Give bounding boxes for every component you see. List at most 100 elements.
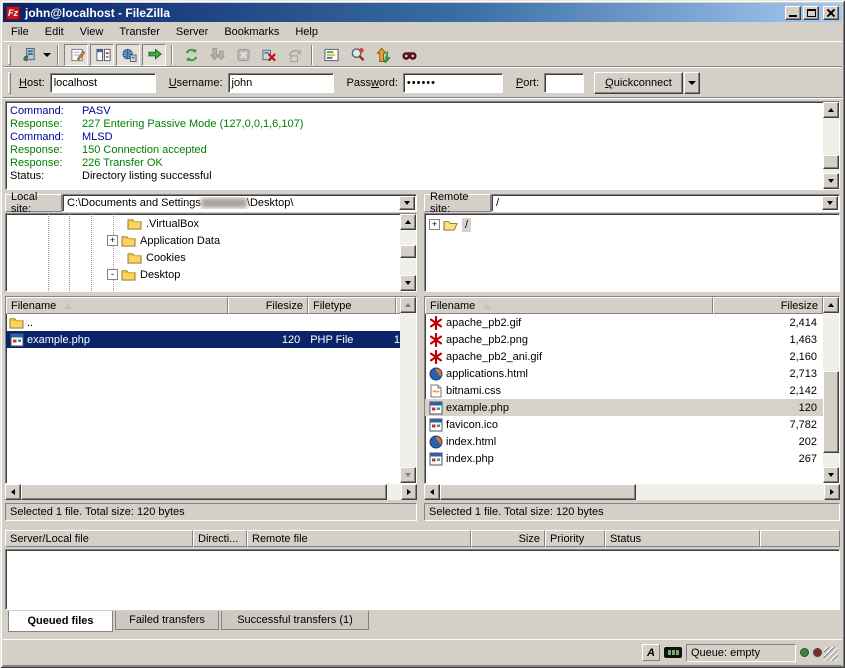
remote-list-hscrollbar-thumb[interactable] (440, 484, 636, 500)
toggle-queue-button[interactable] (142, 44, 166, 66)
host-input[interactable]: localhost (50, 73, 156, 93)
remote-list-scroll-down-button[interactable] (823, 467, 839, 483)
find-files-button[interactable] (396, 44, 420, 66)
compare-directories-button[interactable] (344, 44, 368, 66)
local-list-scroll-right-button[interactable] (401, 484, 417, 500)
tab-failed-transfers[interactable]: Failed transfers (115, 611, 219, 630)
site-manager-dropdown-button[interactable] (41, 44, 53, 66)
column-header-server-local-file[interactable]: Server/Local file (5, 530, 193, 547)
local-list-scroll-left-button[interactable] (5, 484, 21, 500)
close-button[interactable] (823, 6, 839, 20)
tree-item-root[interactable]: + / (429, 216, 471, 233)
local-site-combo[interactable]: C:\Documents and Settings\Desktop\ (62, 194, 417, 212)
toggle-local-tree-button[interactable] (90, 44, 114, 66)
column-header-direction[interactable]: Directi... (193, 530, 247, 547)
local-list-scroll-down-button[interactable] (400, 467, 416, 483)
quickconnect-dropdown-button[interactable] (684, 72, 700, 94)
tree-item-application-data[interactable]: + Application Data (107, 232, 220, 249)
toggle-message-log-button[interactable] (64, 44, 88, 66)
minimize-button[interactable] (785, 6, 801, 20)
file-row[interactable]: apache_pb2.gif 2,414 (425, 314, 823, 331)
file-row[interactable]: apache_pb2_ani.gif 2,160 (425, 348, 823, 365)
local-tree-scroll-up-button[interactable] (400, 214, 416, 230)
column-header-status[interactable]: Status (605, 530, 760, 547)
menu-server[interactable]: Server (168, 24, 216, 40)
file-row[interactable]: applications.html 2,713 (425, 365, 823, 382)
log-scroll-up-button[interactable] (823, 102, 839, 118)
column-header-filesize[interactable]: Filesize (713, 297, 823, 314)
column-header-filename[interactable]: Filename (425, 297, 713, 314)
resize-grip[interactable] (824, 647, 838, 661)
column-header-filesize[interactable]: Filesize (228, 297, 308, 314)
remote-site-dropdown-button[interactable] (822, 196, 838, 210)
menu-edit[interactable]: Edit (37, 24, 72, 40)
tab-successful-transfers[interactable]: Successful transfers (1) (221, 611, 369, 630)
toolbar-grip[interactable] (8, 45, 11, 65)
log-scroll-down-button[interactable] (823, 173, 839, 189)
password-input[interactable]: •••••• (403, 73, 503, 93)
quickconnect-grip[interactable] (8, 72, 11, 94)
file-row[interactable]: index.php 267 (425, 450, 823, 467)
local-list-scroll-up-button[interactable] (400, 297, 416, 313)
toggle-remote-tree-button[interactable] (116, 44, 140, 66)
tree-item-desktop[interactable]: - Desktop (107, 266, 180, 283)
expand-icon[interactable]: + (429, 219, 440, 230)
cancel-button[interactable] (230, 44, 254, 66)
local-site-dropdown-button[interactable] (399, 196, 415, 210)
expand-icon[interactable]: + (107, 235, 118, 246)
title-bar[interactable]: Fz john@localhost - FileZilla (3, 3, 842, 22)
queue-list[interactable] (5, 549, 840, 610)
username-input[interactable]: john (228, 73, 334, 93)
port-input[interactable] (544, 73, 584, 93)
column-header-size[interactable]: Size (471, 530, 545, 547)
tree-item-cookies[interactable]: Cookies (124, 249, 186, 266)
menu-bookmarks[interactable]: Bookmarks (216, 24, 287, 40)
remote-list-hscrollbar[interactable] (424, 484, 840, 500)
local-list-hscrollbar-thumb[interactable] (21, 484, 387, 500)
remote-site-combo[interactable]: / (491, 194, 840, 212)
remote-list-scroll-up-button[interactable] (823, 297, 839, 313)
menu-transfer[interactable]: Transfer (111, 24, 168, 40)
file-row[interactable]: bitnami.css 2,142 (425, 382, 823, 399)
column-header-filetype[interactable]: Filetype (308, 297, 396, 314)
menu-view[interactable]: View (72, 24, 112, 40)
remote-list-scroll-right-button[interactable] (824, 484, 840, 500)
filter-button[interactable] (318, 44, 342, 66)
file-row-parent-dir[interactable]: .. (6, 314, 400, 331)
recv-led-icon (800, 648, 809, 657)
tree-item-virtualbox[interactable]: .VirtualBox (124, 215, 199, 232)
menu-help[interactable]: Help (287, 24, 326, 40)
quickconnect-button[interactable]: Quickconnect (594, 72, 683, 94)
toolbar-separator (171, 45, 173, 65)
local-tree-scrollbar-thumb[interactable] (400, 245, 416, 258)
disconnect-button[interactable] (256, 44, 280, 66)
file-row[interactable]: index.html 202 (425, 433, 823, 450)
pane-splitter[interactable] (417, 194, 424, 522)
refresh-button[interactable] (178, 44, 202, 66)
maximize-button[interactable] (803, 6, 819, 20)
ascii-data-type-icon[interactable]: A (642, 644, 660, 661)
column-header-priority[interactable]: Priority (545, 530, 605, 547)
collapse-icon[interactable]: - (107, 269, 118, 280)
local-list-scrollbar-track[interactable] (400, 313, 416, 467)
site-manager-button[interactable] (16, 44, 40, 66)
local-tree-scroll-down-button[interactable] (400, 275, 416, 291)
column-header-remote-file[interactable]: Remote file (247, 530, 471, 547)
synchronized-browsing-button[interactable] (370, 44, 394, 66)
column-header-filename[interactable]: Filename (6, 297, 228, 314)
file-row[interactable]: apache_pb2.png 1,463 (425, 331, 823, 348)
menu-file[interactable]: File (3, 24, 37, 40)
remote-list-scroll-left-button[interactable] (424, 484, 440, 500)
speedlimits-indicator-icon[interactable] (664, 647, 682, 658)
local-list-hscrollbar[interactable] (5, 484, 417, 500)
file-row[interactable]: favicon.ico 7,782 (425, 416, 823, 433)
reconnect-button[interactable] (282, 44, 306, 66)
log-scrollbar-thumb[interactable] (823, 155, 839, 169)
file-row-selected[interactable]: example.php 120 (425, 399, 823, 416)
tab-queued-files[interactable]: Queued files (8, 611, 113, 632)
process-queue-button[interactable] (204, 44, 228, 66)
folder-icon (121, 268, 136, 282)
remote-list-scrollbar-thumb[interactable] (823, 371, 839, 453)
open-folder-icon (443, 218, 458, 232)
file-row-example-php[interactable]: example.php 120 PHP File 1 (6, 331, 400, 348)
